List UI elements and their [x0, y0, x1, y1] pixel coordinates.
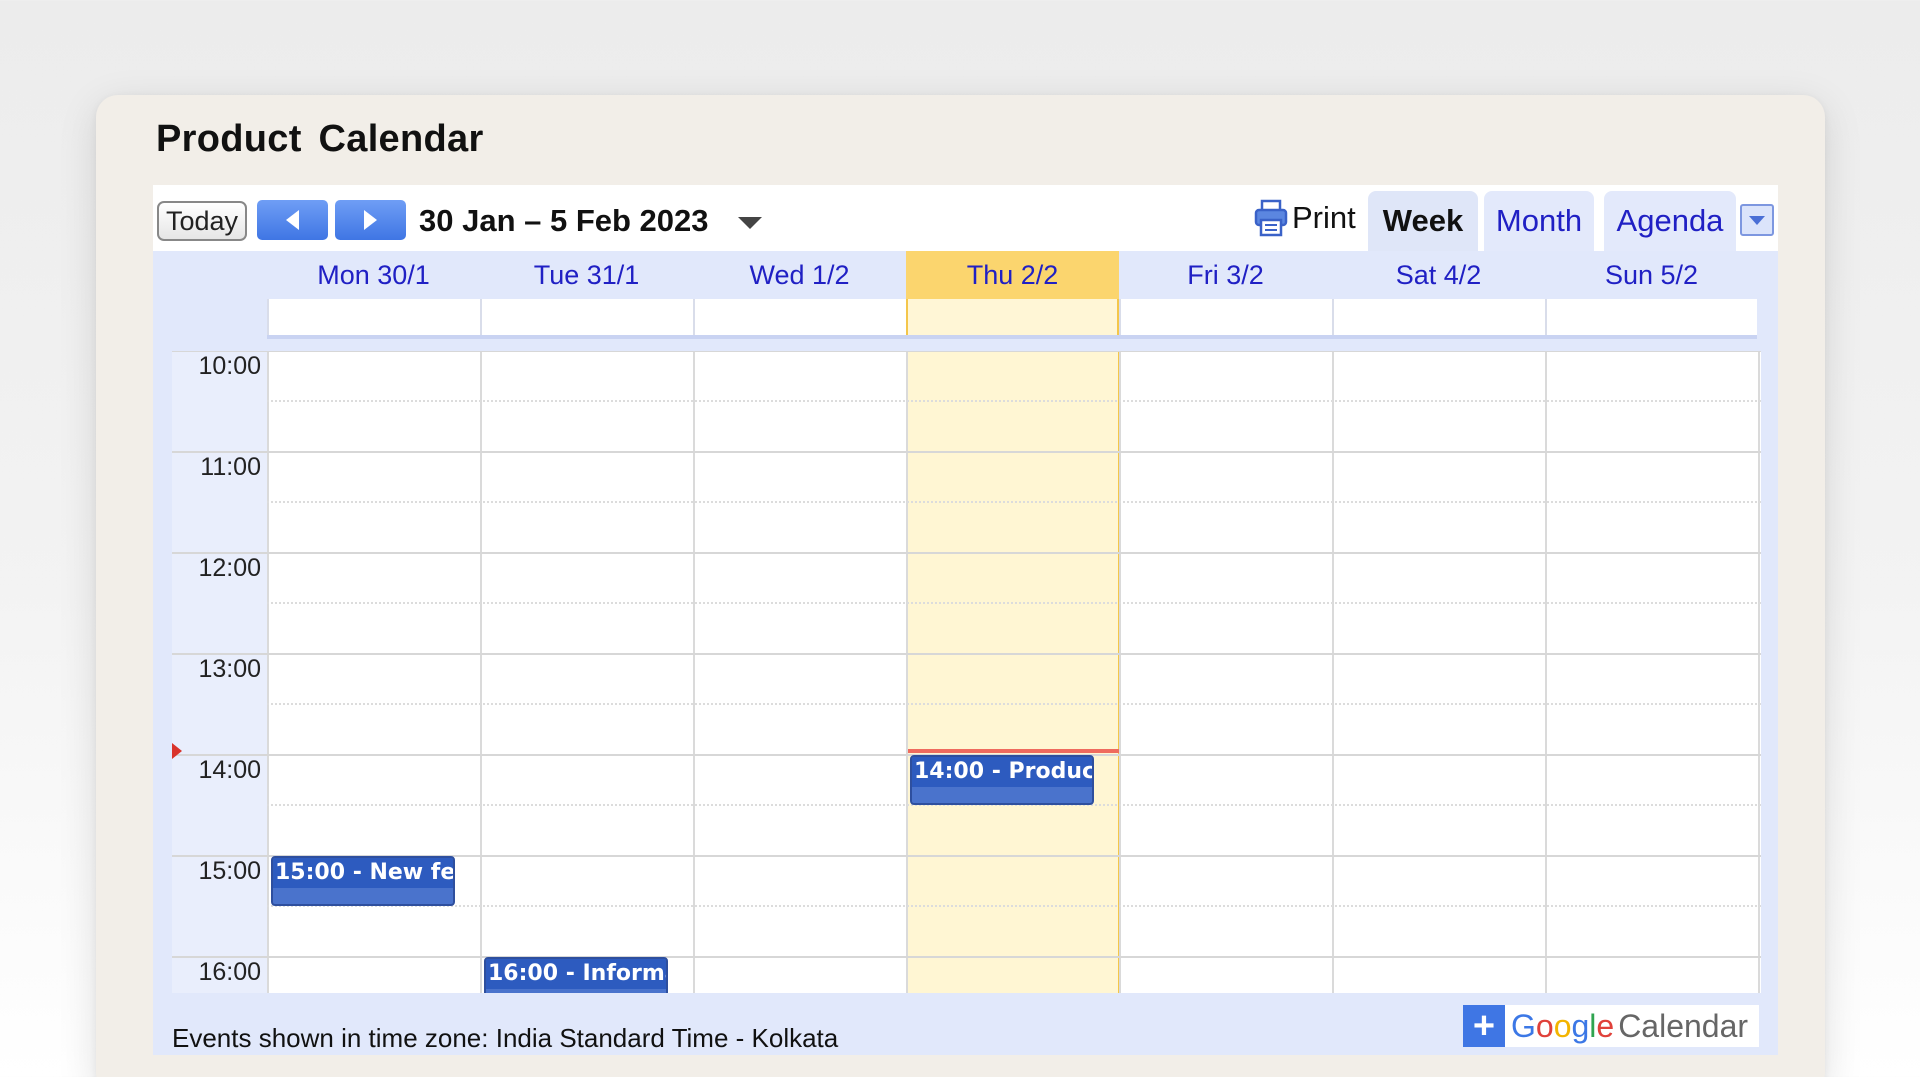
time-label: 10:00	[198, 352, 261, 380]
google-letter: G	[1511, 1007, 1536, 1044]
all-day-divider	[267, 335, 1757, 339]
current-time-marker-icon	[172, 743, 182, 759]
hour-line	[172, 653, 1761, 655]
all-day-row[interactable]	[267, 299, 1757, 335]
tab-month[interactable]: Month	[1484, 191, 1594, 251]
printer-icon	[1254, 199, 1288, 237]
calendar-wordmark: Calendar	[1618, 1007, 1749, 1044]
google-wordmark: Google	[1511, 1008, 1614, 1045]
day-header-6[interactable]: Sun 5/2	[1545, 251, 1758, 299]
date-picker-dropdown-icon[interactable]	[738, 217, 762, 229]
today-button[interactable]: Today	[157, 201, 247, 241]
column-divider	[1332, 351, 1334, 993]
event-title: 15:00 - New fea	[273, 858, 453, 888]
day-header-4[interactable]: Fri 3/2	[1119, 251, 1332, 299]
all-day-cell[interactable]	[1119, 299, 1332, 335]
time-label: 14:00	[198, 756, 261, 784]
all-day-cell[interactable]	[693, 299, 906, 335]
google-letter: g	[1571, 1007, 1590, 1044]
tab-week[interactable]: Week	[1368, 191, 1478, 251]
hour-line	[172, 451, 1761, 453]
plus-icon: +	[1463, 1005, 1505, 1047]
today-column	[906, 351, 1120, 993]
half-hour-line	[267, 703, 1761, 705]
column-divider	[1545, 351, 1547, 993]
hour-line	[172, 351, 1761, 352]
all-day-cell[interactable]	[906, 299, 1119, 335]
time-grid[interactable]: 10:00 11:00 12:00 13:00 14:00 15:00 16:00 15:00…	[172, 351, 1761, 993]
current-time-line	[908, 749, 1119, 753]
half-hour-line	[267, 400, 1761, 402]
half-hour-line	[267, 602, 1761, 604]
time-label: 11:00	[200, 453, 261, 481]
calendar-event[interactable]: 16:00 - Informa	[484, 957, 668, 993]
column-divider	[1758, 351, 1760, 993]
column-divider	[906, 351, 908, 993]
week-view: Mon 30/1 Tue 31/1 Wed 1/2 Thu 2/2 Fri 3/2 Sat…	[153, 251, 1778, 1055]
day-header-1[interactable]: Tue 31/1	[480, 251, 693, 299]
triangle-right-icon	[364, 210, 377, 230]
day-headers: Mon 30/1 Tue 31/1 Wed 1/2 Thu 2/2 Fri 3/2 Sat…	[267, 251, 1757, 299]
google-letter: o	[1535, 1007, 1554, 1044]
all-day-cell[interactable]	[480, 299, 693, 335]
next-week-button[interactable]	[335, 200, 406, 240]
google-calendar-badge[interactable]: + Google Calendar	[1463, 1005, 1759, 1047]
calendar-event[interactable]: 15:00 - New fea	[271, 856, 455, 906]
triangle-left-icon	[286, 210, 299, 230]
print-label: Print	[1292, 200, 1356, 235]
day-header-3[interactable]: Thu 2/2	[906, 251, 1119, 299]
event-title: 14:00 - Product	[912, 757, 1092, 787]
calendar-widget: Today 30 Jan – 5 Feb 2023 Print Week Mon…	[153, 185, 1778, 1055]
event-title: 16:00 - Informa	[486, 959, 666, 989]
day-header-5[interactable]: Sat 4/2	[1332, 251, 1545, 299]
day-header-2[interactable]: Wed 1/2	[693, 251, 906, 299]
half-hour-line	[267, 905, 1761, 907]
chevron-down-icon	[1749, 215, 1765, 225]
date-range-label: 30 Jan – 5 Feb 2023	[419, 203, 709, 238]
google-letter: e	[1596, 1007, 1615, 1044]
time-label: 16:00	[198, 958, 261, 986]
tab-agenda[interactable]: Agenda	[1604, 191, 1736, 251]
hour-line	[172, 956, 1761, 958]
all-day-cell[interactable]	[1332, 299, 1545, 335]
print-button[interactable]: Print	[1254, 199, 1356, 237]
column-divider	[480, 351, 482, 993]
calendar-event[interactable]: 14:00 - Product	[910, 755, 1094, 805]
all-day-cell[interactable]	[1545, 299, 1758, 335]
calendar-toolbar: Today 30 Jan – 5 Feb 2023 Print Week Mon…	[153, 185, 1778, 251]
half-hour-line	[267, 501, 1761, 503]
time-label: 13:00	[198, 655, 261, 683]
time-label: 15:00	[198, 857, 261, 885]
column-divider	[267, 351, 269, 993]
previous-week-button[interactable]	[257, 200, 328, 240]
timezone-notice: Events shown in time zone: India Standar…	[172, 1023, 839, 1053]
more-views-dropdown[interactable]	[1740, 204, 1774, 236]
column-divider	[1119, 351, 1121, 993]
day-header-0[interactable]: Mon 30/1	[267, 251, 480, 299]
column-divider	[693, 351, 695, 993]
time-label: 12:00	[198, 554, 261, 582]
google-calendar-logo: Google Calendar	[1511, 1008, 1748, 1045]
all-day-cell[interactable]	[267, 299, 480, 335]
google-letter: o	[1553, 1007, 1572, 1044]
hour-line	[172, 552, 1761, 554]
page-title: Product Calendar	[156, 118, 484, 160]
